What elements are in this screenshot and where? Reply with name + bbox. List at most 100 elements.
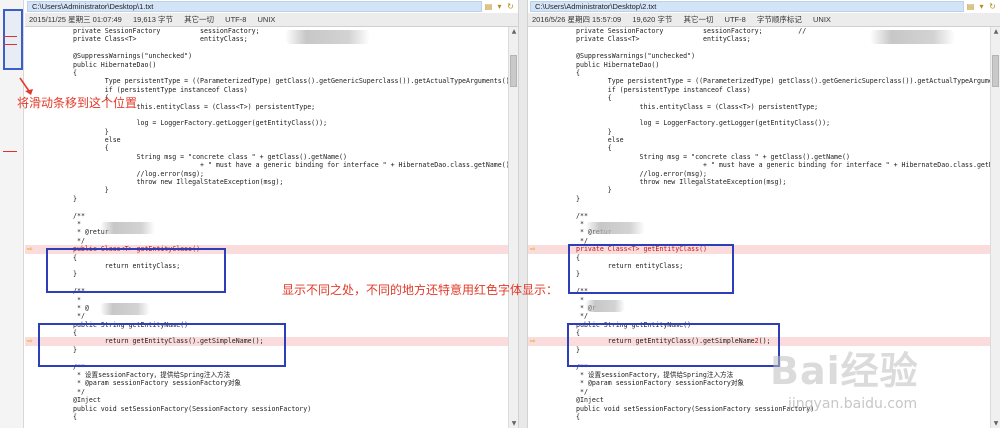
code-line: Type persistentType = ((ParameterizedTyp… [528, 77, 990, 85]
right-scroll-thumb[interactable] [992, 55, 999, 87]
code-text: } [576, 270, 580, 279]
code-text: private Class<T> entityClass; [73, 35, 248, 44]
code-line: @Inject [25, 396, 508, 404]
code-text: } [576, 127, 612, 136]
folder-icon[interactable]: ▤ [484, 2, 493, 11]
code-line: } [25, 128, 508, 136]
code-line: return entityClass; [528, 262, 990, 270]
code-line: { [25, 144, 508, 152]
left-scrollbar[interactable]: ▲ ▼ [508, 27, 518, 428]
diff-annotation: 显示不同之处，不同的地方还特意用红色字体显示： [282, 283, 559, 297]
code-text: //log.error(msg); [73, 169, 205, 178]
code-text: throw new IllegalStateException(msg); [73, 178, 284, 187]
right-file-date: 2016/5/26 星期四 15:57:09 [532, 15, 622, 24]
code-line: */ [528, 388, 990, 396]
scroll-up-icon[interactable]: ▲ [991, 27, 1000, 36]
code-text: @Inject [73, 396, 101, 405]
code-text: public void setSessionFactory(SessionFac… [576, 404, 815, 413]
code-line: Type persistentType = ((ParameterizedTyp… [25, 77, 508, 85]
code-line: throw new IllegalStateException(msg); [25, 178, 508, 186]
code-line: * @param sessionFactory sessionFactory对象 [528, 379, 990, 387]
code-text: { [73, 144, 109, 153]
code-text: private Class<T> entityClass; [576, 35, 751, 44]
code-line: log = LoggerFactory.getLogger(getEntityC… [25, 119, 508, 127]
refresh-icon[interactable]: ↻ [988, 2, 997, 11]
code-line: private Class<T> entityClass; [25, 35, 508, 43]
code-text: if (persistentType instanceof Class) [576, 85, 751, 94]
code-text: } [576, 194, 580, 203]
code-text: @SuppressWarnings("unchecked") [73, 52, 193, 61]
code-line: } [25, 270, 508, 278]
pane-splitter[interactable] [518, 0, 528, 428]
code-text: log = LoggerFactory.getLogger(getEntityC… [576, 119, 831, 128]
code-line: public HibernateDao() [528, 61, 990, 69]
code-line: /** [25, 363, 508, 371]
code-line: //log.error(msg); [25, 170, 508, 178]
dropdown-arrow-icon[interactable]: ▾ [495, 2, 504, 11]
code-line: @SuppressWarnings("unchecked") [25, 52, 508, 60]
code-line: public String getEntityName() [528, 321, 990, 329]
scrollbar-annotation: 将滑动条移到这个位置 [17, 96, 138, 110]
dropdown-arrow-icon[interactable]: ▾ [977, 2, 986, 11]
refresh-icon[interactable]: ↻ [506, 2, 515, 11]
code-line: } [25, 195, 508, 203]
diff-changed-text: 2 [754, 337, 759, 346]
scroll-down-icon[interactable]: ▼ [509, 419, 518, 428]
right-file-encoding: UTF-8 [724, 15, 746, 24]
code-line: */ [25, 312, 508, 320]
left-file-format: 其它一切 [184, 15, 215, 24]
code-text: return entityClass; [576, 261, 684, 270]
left-code-view[interactable]: private SessionFactory sessionFactory; pr… [25, 27, 508, 428]
overview-scroll-thumb[interactable] [3, 9, 23, 70]
code-text: } [73, 345, 77, 354]
left-file-encoding: UTF-8 [225, 15, 247, 24]
code-text: private SessionFactory sessionFactory; /… [576, 27, 807, 35]
code-text: } [576, 345, 580, 354]
redaction-blur [100, 303, 150, 315]
code-text: * 设置sessionFactory，提供给Spring注入方法 [576, 371, 734, 380]
code-line: { [25, 329, 508, 337]
code-line: public void setSessionFactory(SessionFac… [25, 405, 508, 413]
left-path-bar: C:\Users\Administrator\Desktop\1.txt ▤ ▾… [25, 0, 518, 13]
left-file-path[interactable]: C:\Users\Administrator\Desktop\1.txt [27, 1, 482, 12]
folder-icon[interactable]: ▤ [966, 2, 975, 11]
code-line: { [528, 413, 990, 421]
left-scroll-thumb[interactable] [510, 55, 517, 87]
code-text: */ [73, 312, 85, 321]
code-text: /** [576, 287, 588, 296]
code-text: */ [576, 236, 588, 245]
code-line: } [528, 270, 990, 278]
code-text: } [73, 127, 109, 136]
code-line: { [25, 413, 508, 421]
code-text: public HibernateDao() [73, 60, 157, 69]
right-scrollbar[interactable]: ▲ ▼ [990, 27, 1000, 428]
code-line: * @ [25, 304, 508, 312]
right-file-path[interactable]: C:\Users\Administrator\Desktop\2.txt [530, 1, 964, 12]
code-text: String msg = "concrete class " + getClas… [73, 152, 347, 161]
diff-overview-bar[interactable] [0, 0, 24, 428]
overview-diff-marker [3, 36, 17, 37]
code-text: + " must have a generic binding for inte… [73, 161, 508, 170]
code-text: @SuppressWarnings("unchecked") [576, 52, 696, 61]
scroll-up-icon[interactable]: ▲ [509, 27, 518, 36]
code-text: public void setSessionFactory(SessionFac… [73, 404, 312, 413]
code-line: else [25, 136, 508, 144]
code-line: /** [25, 212, 508, 220]
code-text: public Class<T> getEntityClass() [73, 245, 201, 254]
code-text: { [73, 412, 77, 421]
right-file-format: 其它一切 [683, 15, 714, 24]
right-file-bom: 字节顺序标记 [756, 15, 802, 24]
code-text: return getEntityClass().getSimpleName2()… [576, 337, 771, 346]
scroll-down-icon[interactable]: ▼ [991, 419, 1000, 428]
code-text: Type persistentType = ((ParameterizedTyp… [576, 77, 990, 86]
code-text: Type persistentType = ((ParameterizedTyp… [73, 77, 508, 86]
code-text: */ [73, 387, 85, 396]
code-text: } [576, 186, 612, 195]
diff-arrow-icon: ⇨ [530, 337, 536, 346]
code-line: { [528, 329, 990, 337]
right-file-pane: C:\Users\Administrator\Desktop\2.txt ▤ ▾… [528, 0, 1000, 428]
code-line: { [528, 69, 990, 77]
